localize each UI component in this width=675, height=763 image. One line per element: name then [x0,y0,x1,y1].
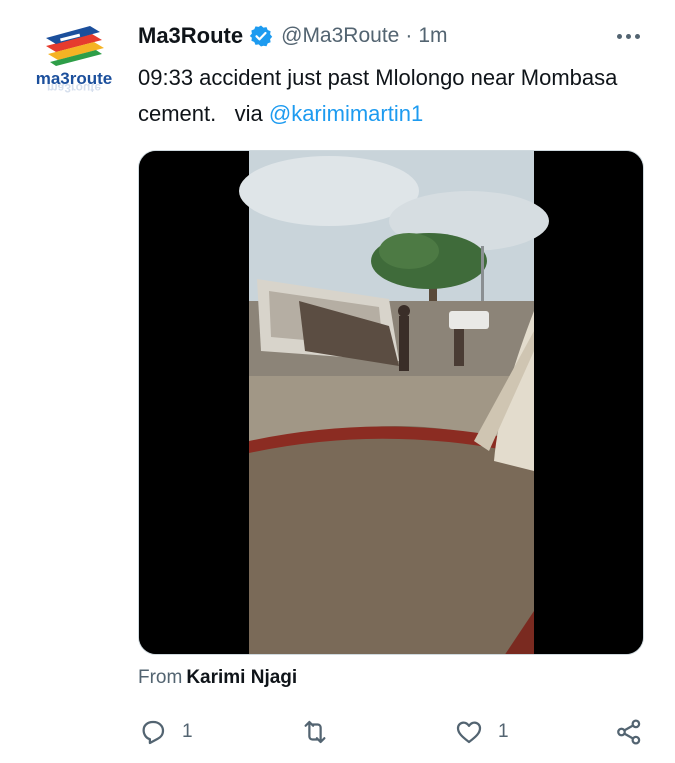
verified-badge-icon [249,24,273,48]
from-author[interactable]: Karimi Njagi [186,667,297,688]
svg-text:ma3route: ma3route [47,81,101,95]
reply-count: 1 [182,721,193,742]
tweet-text: 09:33 accident just past Mlolongo near M… [138,60,658,132]
like-button[interactable]: 1 [454,712,509,752]
media-video[interactable] [138,150,644,655]
retweet-icon [304,720,326,744]
heart-icon [456,721,482,744]
from-label: From [138,667,183,688]
like-count: 1 [498,721,509,742]
retweet-button[interactable] [300,712,344,752]
tweet-card[interactable]: ma3route ma3route Ma3Route @Ma3Route · 1… [0,0,675,763]
ma3route-logo-icon: ma3route ma3route [36,26,112,95]
share-icon [617,719,641,745]
avatar[interactable]: ma3route ma3route [28,20,120,98]
media-attribution: From Karimi Njagi [138,667,297,689]
display-name[interactable]: Ma3Route [138,23,243,49]
video-frame [139,151,643,654]
handle[interactable]: @Ma3Route [281,24,399,48]
timestamp[interactable]: 1m [418,24,447,48]
mention-link[interactable]: @karimimartin1 [269,101,423,126]
tweet-header: Ma3Route @Ma3Route · 1m [138,20,448,52]
separator-dot: · [405,24,413,47]
action-bar: 1 1 [138,712,648,752]
more-dots-icon[interactable] [612,24,644,48]
tweet-text-via: via [234,101,263,126]
share-button[interactable] [614,712,644,752]
reply-icon [142,720,165,745]
reply-button[interactable]: 1 [138,712,193,752]
